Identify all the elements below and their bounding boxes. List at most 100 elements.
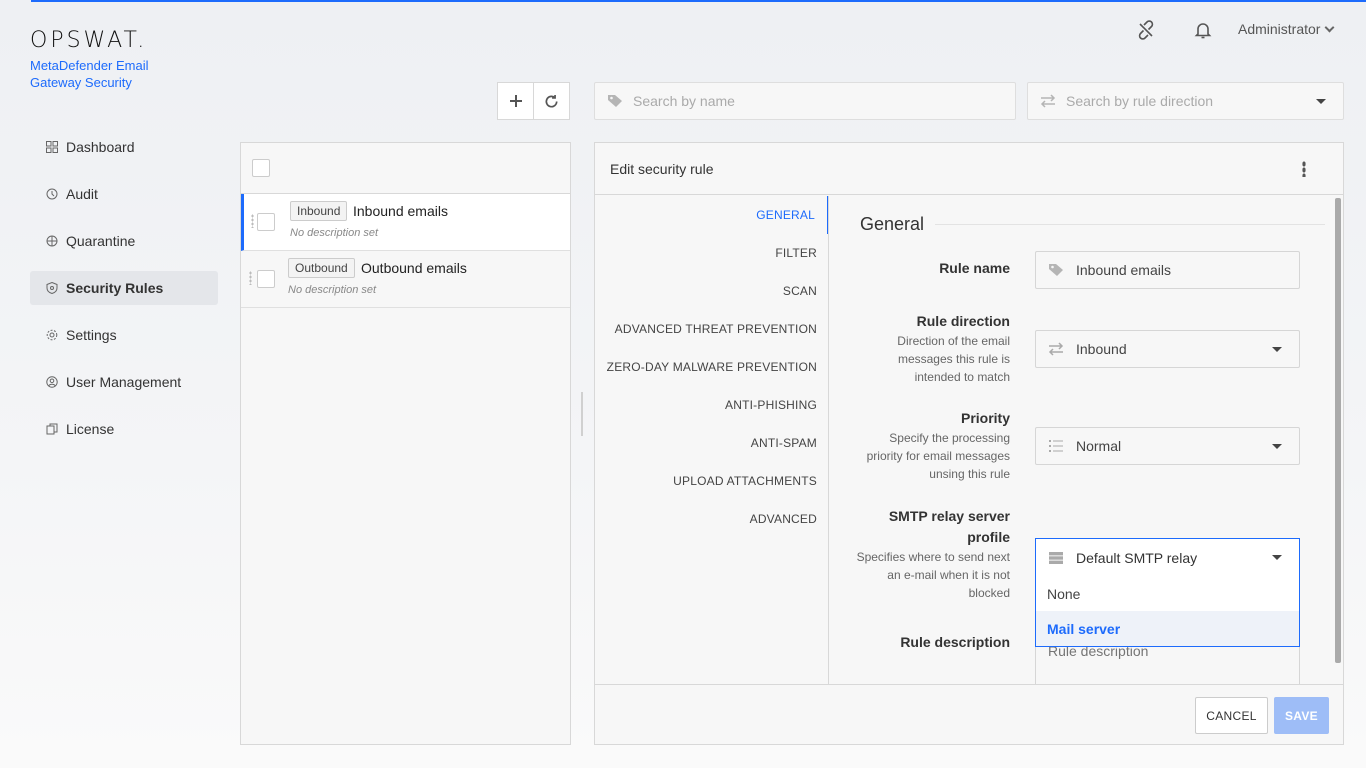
add-rule-button[interactable] (497, 82, 534, 120)
sidebar-item-label: Dashboard (66, 139, 135, 155)
rule-list: Inbound Inbound emails No description se… (240, 142, 571, 745)
chevron-down-icon (1325, 22, 1335, 32)
rule-direction-label: Rule direction Direction of the email me… (850, 311, 1010, 386)
rule-name-label: Rule name (850, 258, 1010, 279)
section-title: General (860, 214, 925, 234)
shield-icon (46, 282, 58, 294)
priority-value: Normal (1076, 438, 1122, 454)
rule-name-field[interactable]: Inbound emails (1035, 251, 1300, 289)
caret-down-icon (1272, 347, 1282, 352)
panel-footer: CANCEL SAVE (595, 684, 1343, 744)
rule-direction-help: Direction of the email messages this rul… (897, 334, 1010, 384)
tab-advanced-threat-prevention[interactable]: ADVANCED THREAT PREVENTION (595, 310, 829, 348)
search-name-input[interactable] (633, 93, 980, 109)
panel-title: Edit security rule (610, 160, 714, 177)
user-icon (46, 376, 58, 388)
caret-down-icon (1272, 555, 1282, 560)
rule-row[interactable]: Inbound Inbound emails No description se… (241, 194, 570, 251)
rule-name-label-text: Rule name (939, 260, 1010, 276)
priority-select[interactable]: Normal (1035, 427, 1300, 465)
gear-icon (46, 329, 58, 341)
sidebar-item-license[interactable]: License (30, 412, 218, 446)
tab-advanced[interactable]: ADVANCED (595, 500, 829, 538)
rule-description-label: Rule description (850, 632, 1010, 653)
plus-icon (509, 95, 522, 107)
tag-icon (608, 95, 622, 107)
tab-anti-spam[interactable]: ANTI-SPAM (595, 424, 829, 462)
rule-description: No description set (288, 284, 377, 296)
edit-security-rule-panel: Edit security rule GENERAL FILTER SCAN A… (594, 142, 1344, 745)
direction-tag: Outbound (288, 258, 355, 278)
search-by-direction[interactable] (1027, 82, 1344, 120)
form-scrollbar[interactable] (1335, 198, 1341, 663)
sidebar-item-label: Quarantine (66, 233, 136, 249)
tab-scan[interactable]: SCAN (595, 272, 829, 310)
sidebar-item-user-management[interactable]: User Management (30, 365, 218, 399)
smtp-relay-value: Default SMTP relay (1076, 549, 1198, 566)
rule-direction-select[interactable]: Inbound (1035, 330, 1300, 368)
opswat-logo: OPSWAT. (30, 28, 148, 53)
select-all-checkbox[interactable] (252, 159, 270, 177)
direction-tag: Inbound (290, 201, 348, 221)
refresh-button[interactable] (533, 82, 570, 120)
sidebar-item-label: User Management (66, 374, 182, 390)
smtp-relay-label-text: SMTP relay server profile (888, 508, 1010, 545)
drag-handle-icon[interactable] (251, 214, 254, 228)
dropdown-option-mail-server[interactable]: Mail server (1036, 611, 1299, 646)
unlink-icon[interactable] (1136, 20, 1156, 40)
cancel-button[interactable]: CANCEL (1195, 697, 1268, 734)
sidebar-item-quarantine[interactable]: Quarantine (30, 224, 218, 258)
priority-label-text: Priority (960, 410, 1010, 426)
sidebar-item-label: Security Rules (66, 280, 164, 296)
tab-upload-attachments[interactable]: UPLOAD ATTACHMENTS (595, 462, 829, 500)
rule-name-value: Inbound emails (1076, 262, 1171, 278)
sidebar-item-label: Audit (66, 186, 98, 202)
quarantine-icon (46, 235, 58, 247)
panel-splitter[interactable] (581, 392, 583, 436)
smtp-relay-help: Specifies where to send next an e-mail w… (856, 550, 1010, 600)
priority-label: Priority Specify the processing priority… (850, 408, 1010, 483)
sidebar-item-label: License (66, 421, 115, 437)
sidebar-item-dashboard[interactable]: Dashboard (30, 130, 218, 164)
user-menu[interactable]: Administrator (1238, 21, 1335, 37)
caret-down-icon (1272, 444, 1282, 449)
priority-help: Specify the processing priority for emai… (866, 431, 1010, 481)
sidebar: Dashboard Audit Quarantine Security Rule… (30, 130, 218, 459)
rule-checkbox[interactable] (257, 270, 275, 288)
tab-zero-day-malware-prevention[interactable]: ZERO-DAY MALWARE PREVENTION (595, 348, 829, 386)
section-divider (935, 224, 1325, 225)
sidebar-item-security-rules[interactable]: Security Rules (30, 271, 218, 305)
rule-checkbox[interactable] (257, 213, 275, 231)
rule-description-label-text: Rule description (900, 634, 1010, 650)
rule-direction-label-text: Rule direction (916, 313, 1010, 329)
dashboard-icon (46, 141, 58, 153)
list-icon (1049, 440, 1063, 452)
rule-row[interactable]: Outbound Outbound emails No description … (241, 251, 570, 308)
sidebar-item-settings[interactable]: Settings (30, 318, 218, 352)
sidebar-item-audit[interactable]: Audit (30, 177, 218, 211)
tab-general[interactable]: GENERAL (595, 196, 829, 234)
rule-direction-value: Inbound (1076, 341, 1127, 357)
caret-down-icon (1316, 99, 1326, 104)
drag-handle-icon[interactable] (249, 271, 252, 285)
smtp-relay-select[interactable]: Default SMTP relay (1036, 539, 1299, 576)
rule-description: No description set (290, 227, 379, 239)
tab-divider (828, 196, 829, 685)
general-form: General Rule name Inbound emails Rule di… (830, 196, 1330, 685)
product-name: MetaDefender Email Gateway Security (30, 58, 149, 90)
save-button[interactable]: SAVE (1274, 697, 1329, 734)
dropdown-option-none[interactable]: None (1036, 576, 1299, 611)
user-name: Administrator (1238, 21, 1321, 37)
brand: OPSWAT. MetaDefender Email Gateway Secur… (30, 28, 180, 91)
search-direction-input[interactable] (1066, 93, 1324, 109)
search-by-name[interactable] (594, 82, 1016, 120)
top-accent-bar (31, 0, 1366, 2)
server-icon (1049, 551, 1063, 564)
more-options-icon[interactable] (1302, 161, 1306, 177)
tab-anti-phishing[interactable]: ANTI-PHISHING (595, 386, 829, 424)
swap-icon (1048, 342, 1064, 356)
bell-icon[interactable] (1193, 20, 1213, 40)
tab-filter[interactable]: FILTER (595, 234, 829, 272)
smtp-relay-dropdown[interactable]: Default SMTP relay None Mail server (1035, 538, 1300, 647)
rule-name: Outbound emails (361, 260, 467, 276)
